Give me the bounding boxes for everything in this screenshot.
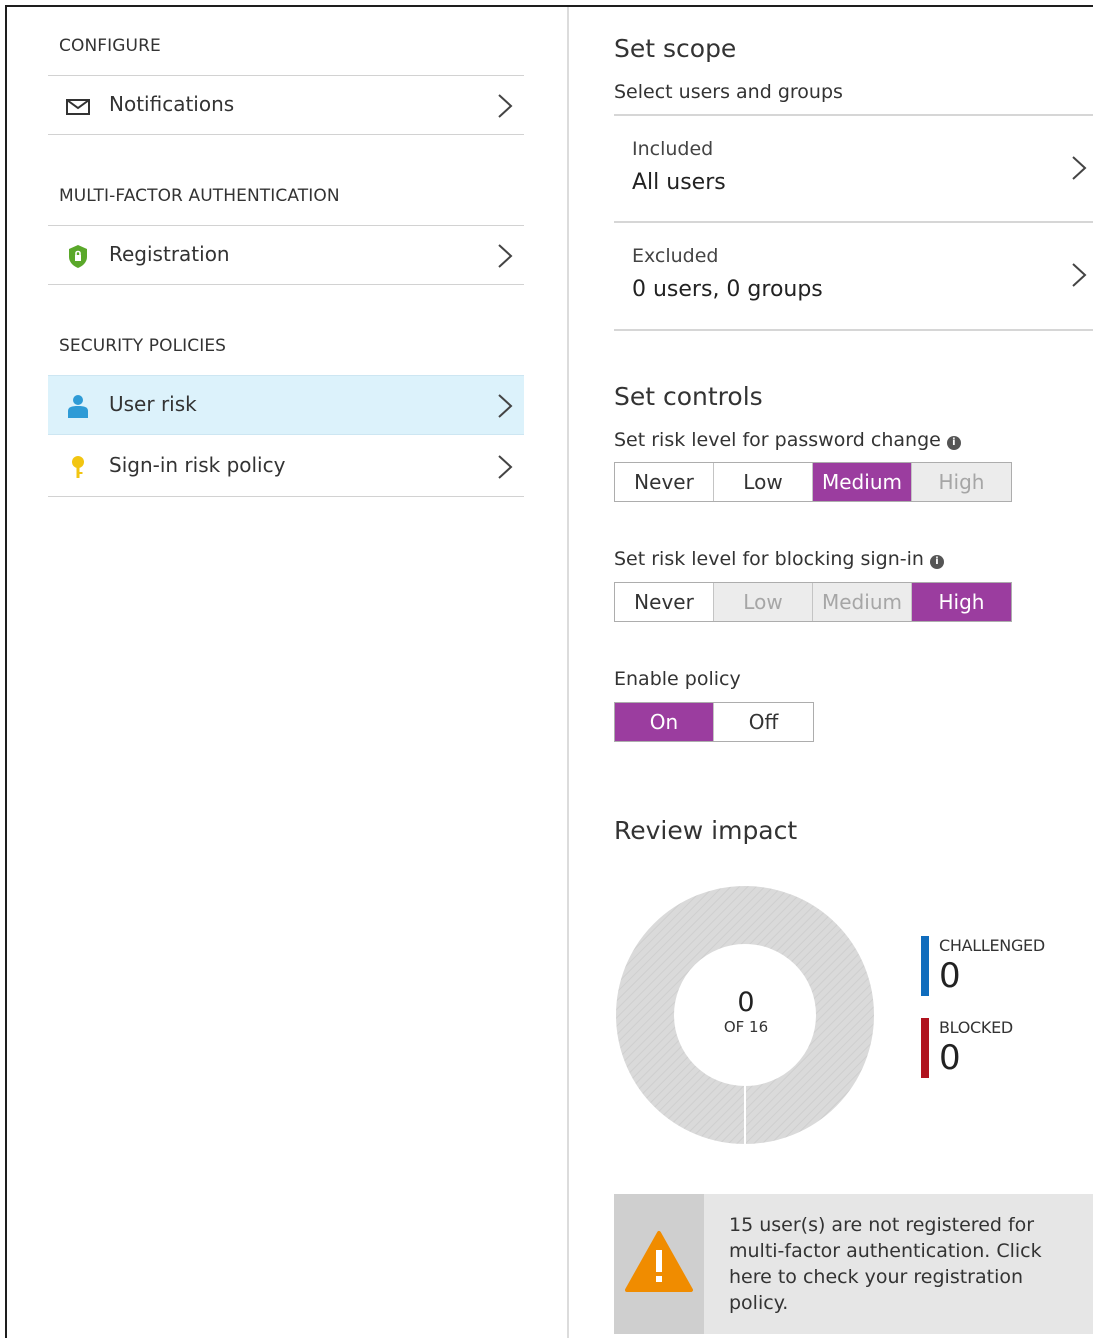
mfa-registration-warning[interactable]: 15 user(s) are not registered for multi-… xyxy=(614,1194,1093,1334)
envelope-icon xyxy=(66,99,90,115)
blocking-signin-risk-selector: Never Low Medium High xyxy=(614,582,1012,622)
blocking-signin-label-text: Set risk level for blocking sign-in xyxy=(614,548,924,570)
blocking-signin-label: Set risk level for blocking sign-in i xyxy=(614,548,944,570)
menu-item-label: Notifications xyxy=(109,92,235,116)
warning-icon-box xyxy=(614,1194,704,1334)
excluded-value: 0 users, 0 groups xyxy=(632,277,823,302)
excluded-label: Excluded xyxy=(632,245,719,267)
password-change-risk-selector: Never Low Medium High xyxy=(614,462,1012,502)
shield-icon xyxy=(69,245,87,268)
chevron-right-icon xyxy=(498,94,513,118)
section-heading-security-policies: SECURITY POLICIES xyxy=(59,336,227,356)
included-value: All users xyxy=(632,170,726,195)
option-low[interactable]: Low xyxy=(714,583,813,621)
option-high[interactable]: High xyxy=(912,583,1011,621)
menu-item-notifications[interactable]: Notifications xyxy=(48,75,524,135)
included-label: Included xyxy=(632,138,714,160)
password-change-label: Set risk level for password change i xyxy=(614,429,961,451)
enable-policy-toggle: On Off xyxy=(614,702,814,742)
chevron-right-icon xyxy=(1072,156,1087,180)
set-controls-heading: Set controls xyxy=(614,382,763,411)
option-never[interactable]: Never xyxy=(615,463,714,501)
chevron-right-icon xyxy=(498,455,513,479)
section-heading-configure: CONFIGURE xyxy=(59,36,161,56)
user-icon xyxy=(68,395,88,418)
window-frame-top xyxy=(5,5,1093,7)
challenged-bar xyxy=(921,936,929,996)
enable-policy-label: Enable policy xyxy=(614,668,741,690)
menu-item-registration[interactable]: Registration xyxy=(48,225,524,285)
menu-item-user-risk[interactable]: User risk xyxy=(48,375,524,435)
section-heading-mfa: MULTI-FACTOR AUTHENTICATION xyxy=(59,186,340,206)
affected-count: 0 xyxy=(737,987,755,1018)
pane-divider xyxy=(567,7,569,1338)
challenged-value: 0 xyxy=(939,956,961,996)
option-never[interactable]: Never xyxy=(615,583,714,621)
set-scope-subtitle: Select users and groups xyxy=(614,81,843,103)
menu-item-sign-in-risk-policy[interactable]: Sign-in risk policy xyxy=(48,437,524,497)
menu-item-label: User risk xyxy=(109,392,197,416)
password-change-label-text: Set risk level for password change xyxy=(614,429,941,451)
chevron-right-icon xyxy=(1072,263,1087,287)
option-low[interactable]: Low xyxy=(714,463,813,501)
chevron-right-icon xyxy=(498,244,513,268)
menu-item-label: Sign-in risk policy xyxy=(109,453,286,477)
menu-item-label: Registration xyxy=(109,242,230,266)
total-count: OF 16 xyxy=(723,1018,769,1036)
warning-icon xyxy=(625,1231,693,1292)
challenged-label: CHALLENGED xyxy=(939,936,1045,955)
donut-center-label: 0 OF 16 xyxy=(710,987,782,1037)
review-impact-heading: Review impact xyxy=(614,816,798,845)
key-icon xyxy=(72,456,84,478)
option-high[interactable]: High xyxy=(912,463,1011,501)
info-icon[interactable]: i xyxy=(946,436,961,450)
option-medium[interactable]: Medium xyxy=(813,583,912,621)
option-medium[interactable]: Medium xyxy=(813,463,912,501)
set-scope-heading: Set scope xyxy=(614,34,737,63)
blocked-bar xyxy=(921,1018,929,1078)
blocked-label: BLOCKED xyxy=(939,1018,1013,1037)
option-off[interactable]: Off xyxy=(714,703,813,741)
scope-excluded-row[interactable]: Excluded 0 users, 0 groups xyxy=(614,223,1093,331)
chevron-right-icon xyxy=(498,394,513,418)
blocked-value: 0 xyxy=(939,1038,961,1078)
window-frame-left xyxy=(5,5,7,1338)
info-icon[interactable]: i xyxy=(929,555,944,569)
scope-included-row[interactable]: Included All users xyxy=(614,114,1093,223)
option-on[interactable]: On xyxy=(615,703,714,741)
warning-message: 15 user(s) are not registered for multi-… xyxy=(729,1214,1042,1314)
